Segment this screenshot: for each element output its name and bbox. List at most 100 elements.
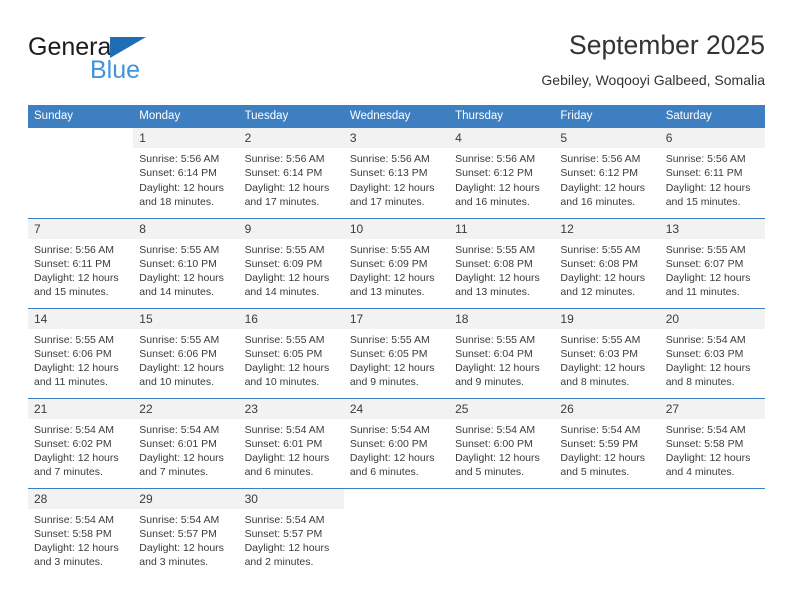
day-number: 1 [133, 128, 239, 148]
sunset-text: Sunset: 5:58 PM [665, 437, 744, 450]
sunrise-text: Sunrise: 5:55 AM [560, 333, 641, 346]
day-cell[interactable]: 23 Sunrise: 5:54 AM Sunset: 6:01 PM Dayl… [238, 397, 344, 488]
day-cell-inner: 19 Sunrise: 5:55 AM Sunset: 6:03 PM Dayl… [554, 308, 660, 398]
day-cell[interactable] [449, 487, 555, 579]
day-info: Sunrise: 5:54 AM Sunset: 6:01 PM Dayligh… [239, 419, 344, 480]
day-cell[interactable]: 13 Sunrise: 5:55 AM Sunset: 6:07 PM Dayl… [659, 217, 765, 308]
day-number: 6 [659, 128, 765, 148]
day-cell[interactable] [659, 487, 765, 578]
day-cell[interactable]: 16 Sunrise: 5:55 AM Sunset: 6:05 PM Dayl… [238, 307, 344, 398]
daylight-text-line2: and 7 minutes. [139, 466, 209, 479]
week-row: 7 Sunrise: 5:56 AM Sunset: 6:11 PM Dayli… [28, 217, 765, 308]
day-cell[interactable]: 28 Sunrise: 5:54 AM Sunset: 5:58 PM Dayl… [28, 487, 134, 578]
day-cell-inner: 24 Sunrise: 5:54 AM Sunset: 6:00 PM Dayl… [343, 398, 450, 488]
day-info: Sunrise: 5:56 AM Sunset: 6:13 PM Dayligh… [344, 148, 449, 209]
day-cell[interactable]: 4 Sunrise: 5:56 AM Sunset: 6:12 PM Dayli… [449, 128, 555, 218]
sunrise-text: Sunrise: 5:56 AM [349, 153, 430, 165]
day-cell[interactable]: 26 Sunrise: 5:54 AM Sunset: 5:59 PM Dayl… [554, 397, 660, 488]
day-cell[interactable] [343, 487, 450, 578]
sunset-text: Sunset: 5:59 PM [560, 437, 639, 450]
day-cell[interactable]: 24 Sunrise: 5:54 AM Sunset: 6:00 PM Dayl… [343, 397, 450, 488]
day-cell-inner: 3 Sunrise: 5:56 AM Sunset: 6:13 PM Dayli… [343, 128, 450, 218]
day-cell[interactable]: 8 Sunrise: 5:55 AM Sunset: 6:10 PM Dayli… [133, 217, 239, 308]
day-info: Sunrise: 5:55 AM Sunset: 6:08 PM Dayligh… [449, 239, 554, 300]
day-cell[interactable]: 18 Sunrise: 5:55 AM Sunset: 6:04 PM Dayl… [449, 307, 555, 398]
day-cell[interactable]: 10 Sunrise: 5:55 AM Sunset: 6:09 PM Dayl… [343, 217, 450, 308]
sunset-text: Sunset: 6:11 PM [34, 257, 111, 270]
day-cell[interactable]: 17 Sunrise: 5:55 AM Sunset: 6:05 PM Dayl… [343, 307, 450, 398]
sunset-text: Sunset: 6:05 PM [244, 347, 323, 360]
day-cell[interactable]: 30 Sunrise: 5:54 AM Sunset: 5:57 PM Dayl… [238, 487, 344, 578]
day-cell-inner: 21 Sunrise: 5:54 AM Sunset: 6:02 PM Dayl… [28, 398, 134, 488]
calendar-body: 1 Sunrise: 5:56 AM Sunset: 6:14 PM Dayli… [28, 128, 765, 578]
day-cell[interactable] [554, 487, 660, 578]
day-cell[interactable]: 15 Sunrise: 5:55 AM Sunset: 6:06 PM Dayl… [133, 307, 239, 398]
daylight-text-line1: Daylight: 12 hours [665, 181, 751, 194]
day-cell-inner [28, 128, 133, 218]
day-cell[interactable]: 5 Sunrise: 5:56 AM Sunset: 6:12 PM Dayli… [554, 128, 660, 218]
daylight-text-line2: and 9 minutes. [455, 376, 525, 389]
sunset-text: Sunset: 6:00 PM [455, 437, 533, 450]
day-number: 5 [554, 128, 660, 148]
sunset-text: Sunset: 6:14 PM [139, 167, 217, 180]
sunrise-text: Sunrise: 5:55 AM [349, 243, 430, 256]
day-number: 7 [28, 218, 134, 239]
day-info: Sunrise: 5:55 AM Sunset: 6:09 PM Dayligh… [239, 239, 344, 300]
daylight-text-line2: and 15 minutes. [665, 195, 741, 208]
day-number: 14 [28, 308, 134, 329]
day-number [660, 489, 765, 509]
week-row: 28 Sunrise: 5:54 AM Sunset: 5:58 PM Dayl… [28, 487, 765, 579]
day-cell[interactable]: 29 Sunrise: 5:54 AM Sunset: 5:57 PM Dayl… [133, 487, 239, 578]
day-number: 23 [238, 398, 344, 419]
daylight-text-line1: Daylight: 12 hours [349, 181, 435, 194]
brand-logo[interactable]: General Blue [28, 34, 258, 96]
page-title: September 2025 [569, 30, 765, 60]
day-cell[interactable]: 22 Sunrise: 5:54 AM Sunset: 6:01 PM Dayl… [133, 397, 239, 488]
daylight-text-line1: Daylight: 12 hours [34, 362, 119, 375]
day-cell[interactable]: 2 Sunrise: 5:56 AM Sunset: 6:14 PM Dayli… [238, 128, 344, 218]
daylight-text-line1: Daylight: 12 hours [455, 452, 540, 465]
day-cell[interactable]: 9 Sunrise: 5:55 AM Sunset: 6:09 PM Dayli… [238, 217, 344, 308]
day-cell-inner: 10 Sunrise: 5:55 AM Sunset: 6:09 PM Dayl… [343, 218, 450, 308]
weekday-header-monday: Monday [133, 105, 239, 128]
day-number: 26 [554, 398, 660, 419]
daylight-text-line1: Daylight: 12 hours [244, 181, 330, 194]
day-cell[interactable]: 19 Sunrise: 5:55 AM Sunset: 6:03 PM Dayl… [554, 307, 660, 398]
day-cell[interactable]: 21 Sunrise: 5:54 AM Sunset: 6:02 PM Dayl… [28, 397, 134, 488]
day-number [28, 128, 133, 148]
sunrise-text: Sunrise: 5:55 AM [34, 333, 114, 346]
sunset-text: Sunset: 6:10 PM [139, 257, 217, 270]
day-cell-inner: 12 Sunrise: 5:55 AM Sunset: 6:08 PM Dayl… [554, 218, 660, 308]
day-cell[interactable]: 6 Sunrise: 5:56 AM Sunset: 6:11 PM Dayli… [659, 128, 765, 218]
sunrise-text: Sunrise: 5:55 AM [560, 243, 641, 256]
day-number: 3 [343, 128, 450, 148]
day-number [449, 489, 554, 509]
day-cell[interactable]: 7 Sunrise: 5:56 AM Sunset: 6:11 PM Dayli… [28, 217, 134, 308]
day-cell[interactable]: 27 Sunrise: 5:54 AM Sunset: 5:58 PM Dayl… [659, 397, 765, 488]
day-cell-inner [449, 489, 554, 579]
day-cell[interactable]: 12 Sunrise: 5:55 AM Sunset: 6:08 PM Dayl… [554, 217, 660, 308]
day-cell[interactable]: 3 Sunrise: 5:56 AM Sunset: 6:13 PM Dayli… [343, 128, 450, 218]
sunrise-text: Sunrise: 5:55 AM [665, 243, 746, 256]
day-cell-inner: 27 Sunrise: 5:54 AM Sunset: 5:58 PM Dayl… [659, 398, 765, 488]
day-info: Sunrise: 5:55 AM Sunset: 6:05 PM Dayligh… [239, 329, 344, 390]
day-cell[interactable]: 1 Sunrise: 5:56 AM Sunset: 6:14 PM Dayli… [133, 128, 239, 218]
day-cell[interactable]: 20 Sunrise: 5:54 AM Sunset: 6:03 PM Dayl… [659, 307, 765, 398]
daylight-text-line2: and 4 minutes. [665, 466, 735, 479]
daylight-text-line1: Daylight: 12 hours [665, 362, 751, 375]
daylight-text-line2: and 8 minutes. [560, 376, 630, 389]
daylight-text-line2: and 17 minutes. [349, 195, 425, 208]
daylight-text-line2: and 13 minutes. [349, 286, 425, 299]
day-cell[interactable]: 11 Sunrise: 5:55 AM Sunset: 6:08 PM Dayl… [449, 217, 555, 308]
day-info: Sunrise: 5:54 AM Sunset: 5:57 PM Dayligh… [133, 509, 238, 570]
sunset-text: Sunset: 6:11 PM [665, 167, 743, 180]
day-info: Sunrise: 5:56 AM Sunset: 6:14 PM Dayligh… [133, 148, 238, 209]
day-cell[interactable]: 14 Sunrise: 5:55 AM Sunset: 6:06 PM Dayl… [28, 307, 134, 398]
day-cell[interactable] [28, 128, 133, 218]
day-number: 28 [28, 488, 134, 509]
daylight-text-line1: Daylight: 12 hours [560, 272, 646, 285]
day-cell[interactable]: 25 Sunrise: 5:54 AM Sunset: 6:00 PM Dayl… [449, 397, 555, 488]
week-row: 14 Sunrise: 5:55 AM Sunset: 6:06 PM Dayl… [28, 307, 765, 398]
day-info: Sunrise: 5:54 AM Sunset: 5:57 PM Dayligh… [239, 509, 344, 570]
day-cell-inner: 17 Sunrise: 5:55 AM Sunset: 6:05 PM Dayl… [343, 308, 450, 398]
